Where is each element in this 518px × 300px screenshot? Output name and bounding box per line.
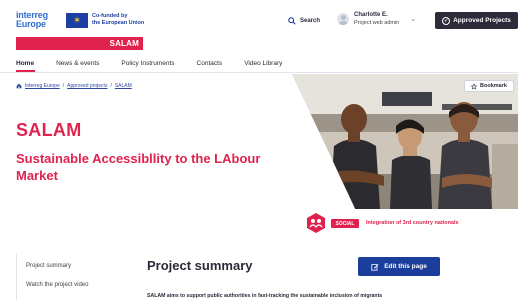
interreg-europe-logo[interactable]: interreg Europe — [16, 11, 48, 29]
project-sidebar — [16, 253, 116, 300]
search-icon — [288, 17, 296, 25]
star-icon — [471, 82, 478, 89]
project-band-label: SALAM — [109, 39, 139, 48]
user-name: Charlotte E. — [354, 12, 388, 18]
breadcrumb-link-current[interactable]: SALAM — [115, 83, 132, 89]
breadcrumb: Interreg Europe / Approved projects / SA… — [16, 83, 132, 89]
nav-item-contacts[interactable]: Contacts — [197, 60, 223, 67]
section-heading: Project summary — [147, 258, 253, 273]
nav-item-news-events[interactable]: News & events — [56, 60, 99, 67]
eu-funding-line-2: the European Union — [92, 20, 145, 26]
breadcrumb-link-interreg-europe[interactable]: Interreg Europe — [25, 83, 60, 89]
bookmark-button[interactable]: Bookmark — [464, 80, 514, 92]
nav-item-policy-instruments[interactable]: Policy Instruments — [121, 60, 174, 67]
check-circle-icon: ✓ — [442, 16, 451, 25]
breadcrumb-separator: / — [62, 83, 65, 89]
page: interreg Europe ✶ Co-funded by the Europ… — [0, 0, 518, 300]
home-icon — [16, 83, 22, 89]
topic-badge[interactable]: SOCIAL — [331, 219, 359, 228]
search-button[interactable]: Search — [288, 17, 320, 25]
nav-item-video-library[interactable]: Video Library — [244, 60, 282, 67]
eu-funding-text: Co-funded by the European Union — [92, 13, 152, 27]
sidebar-item-project-video[interactable]: Watch the project video — [26, 282, 88, 288]
eu-funding-line-1: Co-funded by — [92, 13, 128, 19]
user-info: Charlotte E. Project web admin — [354, 12, 399, 27]
eu-flag-icon: ✶ — [66, 13, 88, 28]
nav-item-home[interactable]: Home — [16, 60, 34, 67]
approved-projects-label: Approved Projects — [453, 17, 511, 24]
sidebar-item-project-summary[interactable]: Project summary — [26, 263, 71, 269]
breadcrumb-separator: / — [110, 83, 112, 89]
edit-page-button[interactable]: Edit this page — [358, 257, 440, 276]
user-role: Project web admin — [354, 19, 400, 26]
nav-divider — [0, 72, 518, 73]
social-topic-icon — [307, 213, 325, 233]
summary-intro-text: SALAM aims to support public authorities… — [147, 293, 383, 299]
edit-page-label: Edit this page — [384, 263, 427, 270]
topic-label[interactable]: Integration of 3rd country nationals — [366, 220, 459, 226]
project-full-title: Sustainable Accessibllity to the LAbour … — [16, 151, 261, 183]
project-band: SALAM — [16, 37, 143, 50]
approved-projects-button[interactable]: ✓ Approved Projects — [435, 12, 518, 29]
chevron-down-icon: ⌄ — [410, 16, 417, 24]
edit-icon — [371, 263, 379, 271]
search-label: Search — [300, 18, 321, 24]
main-nav: Home News & events Policy Instruments Co… — [16, 60, 304, 67]
avatar — [337, 13, 349, 26]
hero-image — [292, 74, 518, 209]
breadcrumb-link-approved-projects[interactable]: Approved projects — [67, 83, 107, 89]
page-title: SALAM — [16, 120, 82, 140]
bookmark-label: Bookmark — [480, 83, 507, 89]
logo-line-2: Europe — [16, 19, 46, 29]
user-menu[interactable]: Charlotte E. Project web admin ⌄ — [337, 12, 416, 27]
